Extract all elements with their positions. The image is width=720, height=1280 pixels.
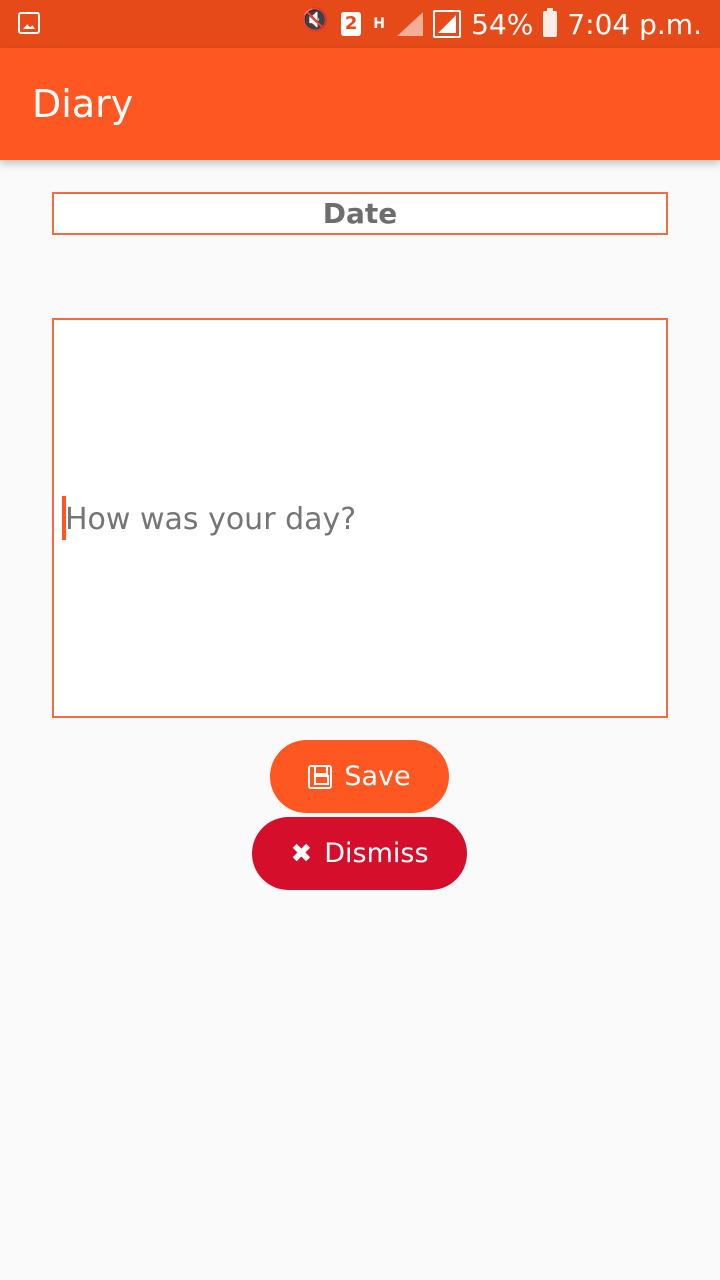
app-title: Diary — [32, 82, 134, 126]
dismiss-button-label: Dismiss — [324, 838, 429, 869]
signal-icon-2 — [433, 10, 462, 38]
dismiss-button[interactable]: ✖ Dismiss — [252, 817, 467, 890]
sim-2-icon: 2 — [341, 12, 362, 36]
status-icons: 2 H 54% 7:04 p.m. — [297, 0, 702, 48]
close-icon: ✖ — [290, 838, 313, 869]
diary-entry-input[interactable]: How was your day? — [52, 318, 668, 718]
app-bar: Diary — [0, 48, 720, 160]
mute-vibrate-icon — [297, 8, 331, 36]
date-field[interactable]: Date — [52, 192, 668, 235]
entry-placeholder: How was your day? — [65, 502, 357, 537]
gallery-icon — [18, 12, 40, 34]
hplus-icon: H — [373, 16, 385, 32]
save-button-label: Save — [344, 761, 411, 792]
signal-icon — [397, 12, 423, 36]
battery-icon — [543, 8, 558, 37]
floppy-disk-icon — [308, 764, 333, 789]
status-bar: 2 H 54% 7:04 p.m. — [0, 0, 720, 48]
save-button[interactable]: Save — [270, 740, 449, 813]
battery-percent: 54% — [471, 7, 534, 41]
status-time: 7:04 p.m. — [567, 7, 702, 41]
